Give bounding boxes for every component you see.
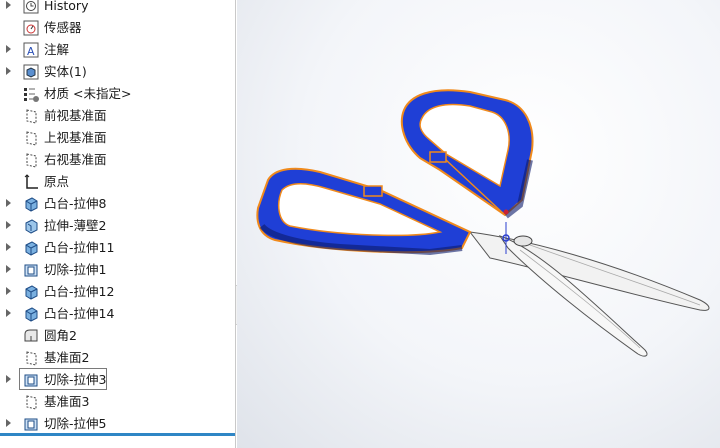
tree-item[interactable]: 圆角2 xyxy=(0,325,235,347)
plane-icon xyxy=(22,129,40,147)
feature-manager-tree[interactable]: History 传感器 A 注解实体(1) 材质 <未指定> 前视基准面上视基准面右视基准… xyxy=(0,0,236,448)
material-icon xyxy=(22,85,40,103)
tree-item-label: 实体(1) xyxy=(44,64,87,79)
tree-item[interactable]: 材质 <未指定> xyxy=(0,83,235,105)
tree-item[interactable]: 传感器 xyxy=(0,17,235,39)
boss-extrude-icon xyxy=(22,305,40,323)
boss-extrude-icon xyxy=(22,283,40,301)
tree-item-label: History xyxy=(44,0,89,13)
expand-arrow-icon[interactable] xyxy=(6,67,11,75)
tree-item-label: 注解 xyxy=(44,42,70,57)
thin-extrude-icon xyxy=(22,217,40,235)
tree-item-label: 原点 xyxy=(44,174,70,189)
tree-item[interactable]: 实体(1) xyxy=(0,61,235,83)
right-handle xyxy=(400,89,534,219)
history-icon xyxy=(22,0,40,15)
tree-item[interactable]: 原点 xyxy=(0,171,235,193)
tree-item[interactable]: 凸台-拉伸14 xyxy=(0,303,235,325)
tree-item-label: 切除-拉伸1 xyxy=(44,262,107,277)
tree-item[interactable]: 凸台-拉伸12 xyxy=(0,281,235,303)
tree-item[interactable]: 前视基准面 xyxy=(0,105,235,127)
tree-item-label: 上视基准面 xyxy=(44,130,107,145)
tree-item-label: 材质 <未指定> xyxy=(44,86,132,101)
plane-icon xyxy=(22,393,40,411)
tree-item[interactable]: 基准面2 xyxy=(0,347,235,369)
tree-item-label: 切除-拉伸3 xyxy=(44,372,107,387)
annotation-icon: A xyxy=(22,41,40,59)
plane-icon xyxy=(22,151,40,169)
fillet-icon xyxy=(22,327,40,345)
expand-arrow-icon[interactable] xyxy=(6,243,11,251)
scissors-3d-model[interactable] xyxy=(237,0,720,448)
tree-item[interactable]: History xyxy=(0,0,235,17)
tree-item-label: 基准面2 xyxy=(44,350,90,365)
rollback-bar[interactable] xyxy=(0,433,235,436)
pivot-screw xyxy=(513,235,533,247)
tree-item-label: 切除-拉伸5 xyxy=(44,416,107,431)
tree-item[interactable]: A 注解 xyxy=(0,39,235,61)
tree-item[interactable]: 切除-拉伸5 xyxy=(0,413,235,435)
tree-item[interactable]: 右视基准面 xyxy=(0,149,235,171)
tree-item-label: 凸台-拉伸14 xyxy=(44,306,115,321)
tree-item-label: 拉伸-薄壁2 xyxy=(44,218,107,233)
plane-icon xyxy=(22,349,40,367)
tree-item-label: 凸台-拉伸11 xyxy=(44,240,115,255)
expand-arrow-icon[interactable] xyxy=(6,419,11,427)
tree-item-label: 凸台-拉伸8 xyxy=(44,196,107,211)
tree-item-label: 凸台-拉伸12 xyxy=(44,284,115,299)
tree-item[interactable]: 拉伸-薄壁2 xyxy=(0,215,235,237)
left-handle xyxy=(256,167,472,256)
tree-item[interactable]: 上视基准面 xyxy=(0,127,235,149)
svg-text:A: A xyxy=(27,45,35,58)
tree-item[interactable]: 凸台-拉伸8 xyxy=(0,193,235,215)
tree-item[interactable]: 切除-拉伸1 xyxy=(0,259,235,281)
expand-arrow-icon[interactable] xyxy=(6,265,11,273)
sensor-icon xyxy=(22,19,40,37)
tree-item-label: 右视基准面 xyxy=(44,152,107,167)
cut-extrude-icon xyxy=(22,261,40,279)
graphics-viewport[interactable] xyxy=(237,0,720,448)
boss-extrude-icon xyxy=(22,195,40,213)
expand-arrow-icon[interactable] xyxy=(6,199,11,207)
cut-extrude-icon xyxy=(22,415,40,433)
expand-arrow-icon[interactable] xyxy=(6,287,11,295)
expand-arrow-icon[interactable] xyxy=(6,375,11,383)
origin-icon xyxy=(22,173,40,191)
plane-icon xyxy=(22,107,40,125)
boss-extrude-icon xyxy=(22,239,40,257)
tree-item-label: 前视基准面 xyxy=(44,108,107,123)
tree-item[interactable]: 基准面3 xyxy=(0,391,235,413)
tree-item[interactable]: 凸台-拉伸11 xyxy=(0,237,235,259)
solid-bodies-icon xyxy=(22,63,40,81)
tree-item-label: 圆角2 xyxy=(44,328,77,343)
expand-arrow-icon[interactable] xyxy=(6,1,11,9)
expand-arrow-icon[interactable] xyxy=(6,309,11,317)
tree-item[interactable]: 切除-拉伸3 xyxy=(0,368,235,391)
tree-item-label: 基准面3 xyxy=(44,394,90,409)
tree-item-label: 传感器 xyxy=(44,20,82,35)
expand-arrow-icon[interactable] xyxy=(6,221,11,229)
cut-extrude-icon xyxy=(22,371,40,389)
expand-arrow-icon[interactable] xyxy=(6,45,11,53)
